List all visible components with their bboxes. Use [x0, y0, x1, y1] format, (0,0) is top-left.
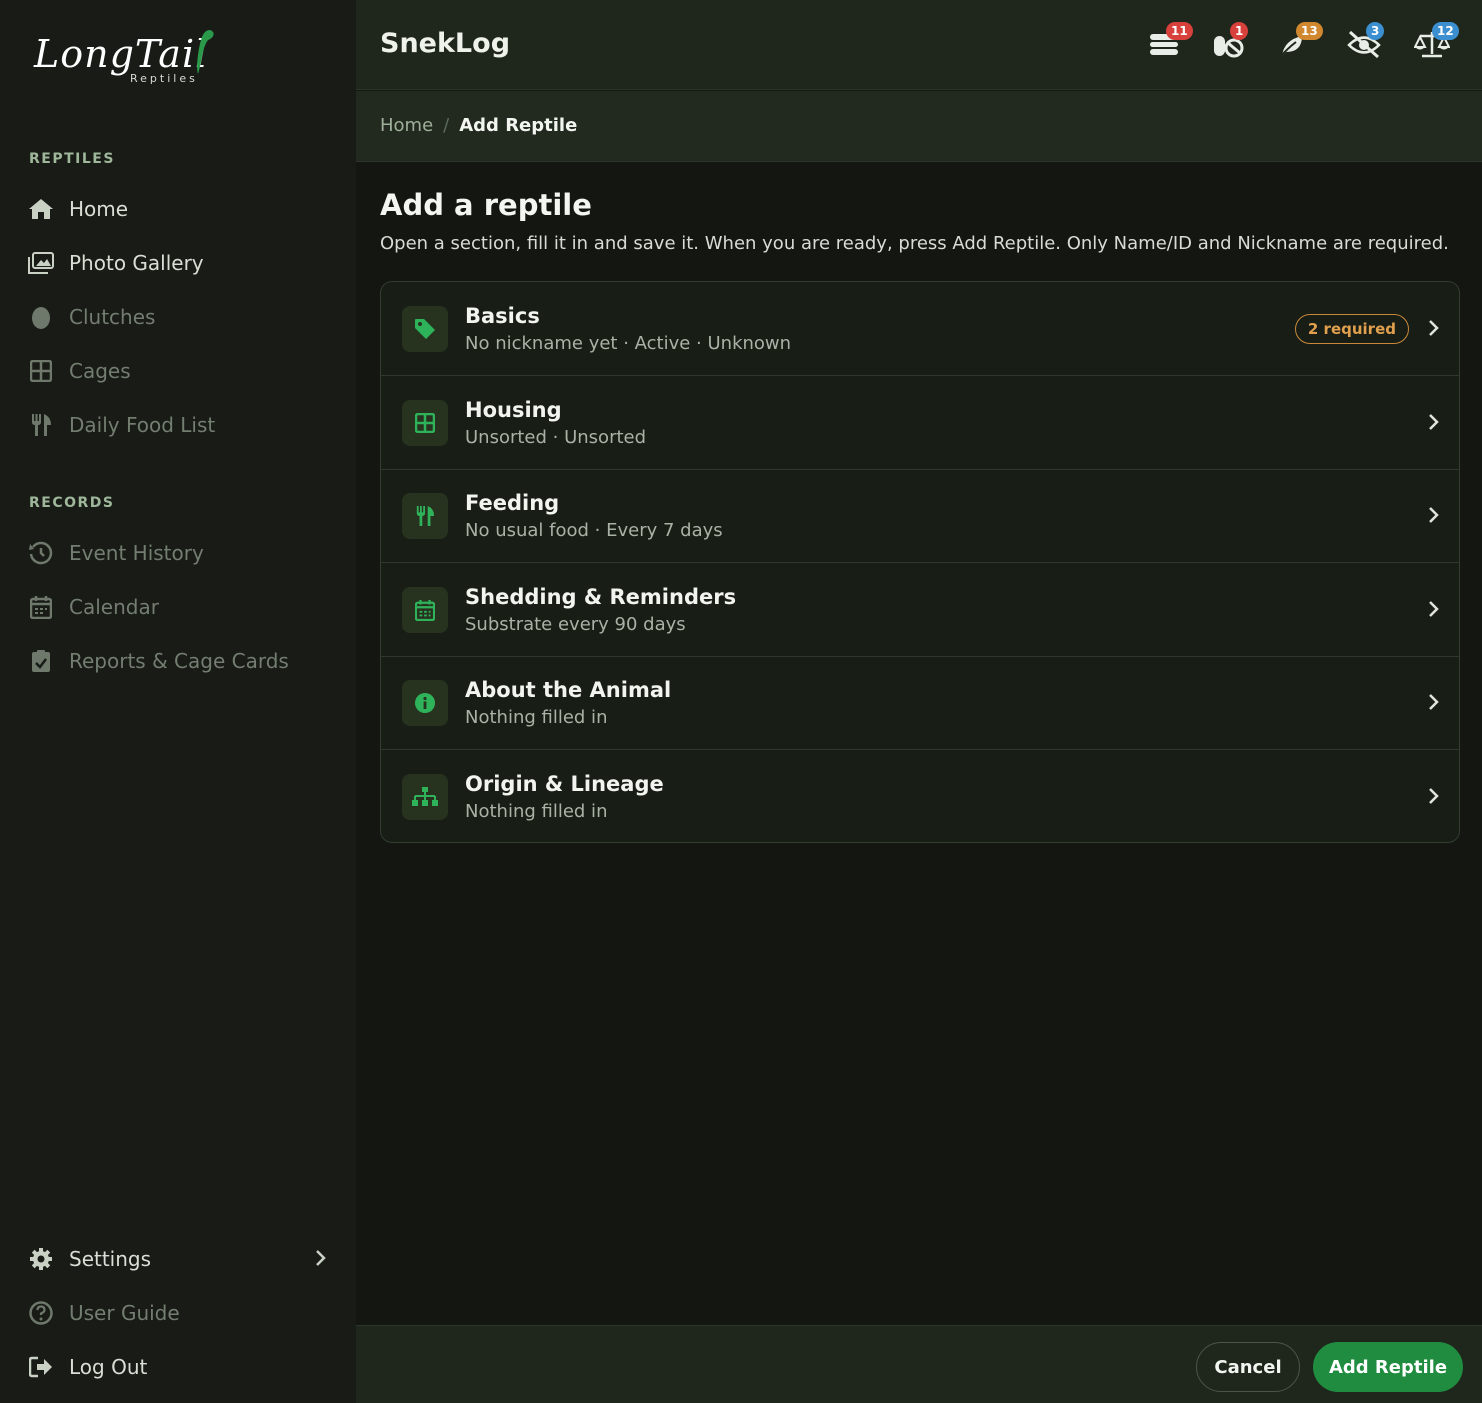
grid-icon: [28, 358, 54, 384]
sidebar-item-label: Clutches: [69, 305, 156, 329]
breadcrumb-separator: /: [443, 115, 450, 136]
visibility-alerts-button[interactable]: 3: [1340, 22, 1386, 66]
egg-icon: [28, 304, 54, 330]
breadcrumb-current: Add Reptile: [459, 115, 578, 136]
sidebar-item-home[interactable]: Home: [28, 189, 328, 229]
utensils-icon: [28, 412, 54, 438]
sections-card: Basics No nickname yet · Active · Unknow…: [380, 281, 1460, 843]
section-title: Feeding: [465, 491, 560, 515]
sidebar: LongTail Reptiles REPTILES Home Photo Ga…: [0, 0, 356, 1403]
question-circle-icon: [28, 1300, 54, 1326]
chevron-right-icon: [1429, 507, 1439, 523]
badge-count: 13: [1296, 22, 1323, 40]
sidebar-item-label: Daily Food List: [69, 413, 216, 437]
sidebar-item-cages[interactable]: Cages: [28, 351, 328, 391]
page-title: Add a reptile: [380, 188, 592, 222]
section-title: Basics: [465, 304, 540, 328]
top-bar: SnekLog 11 1 13 3 12: [356, 0, 1482, 90]
section-summary: Substrate every 90 days: [465, 614, 686, 635]
badge-count: 1: [1230, 22, 1249, 40]
section-title: Shedding & Reminders: [465, 585, 737, 609]
section-summary: Unsorted · Unsorted: [465, 427, 647, 448]
section-summary: No nickname yet · Active · Unknown: [465, 333, 792, 354]
section-row-housing[interactable]: Housing Unsorted · Unsorted: [381, 376, 1459, 470]
app-title: SnekLog: [380, 28, 511, 59]
section-title: Housing: [465, 398, 562, 422]
chevron-right-icon: [1429, 788, 1439, 804]
utensils-icon: [402, 493, 448, 539]
sidebar-item-label: Photo Gallery: [69, 251, 204, 275]
breadcrumb: Home / Add Reptile: [380, 115, 577, 136]
lizard-logo-icon: [197, 30, 214, 74]
sidebar-item-label: Event History: [69, 541, 204, 565]
required-badge: 2 required: [1294, 314, 1409, 344]
sidebar-item-label: Home: [69, 197, 129, 221]
chevron-right-icon: [1429, 414, 1439, 430]
nav-section-reptiles: REPTILES: [29, 151, 115, 167]
sidebar-item-calendar[interactable]: Calendar: [28, 587, 328, 627]
gear-icon: [28, 1246, 54, 1272]
logo-text: LongTail: [34, 32, 209, 76]
tag-icon: [402, 306, 448, 352]
page-description: Open a section, fill it in and save it. …: [380, 233, 1449, 254]
breadcrumb-home-link[interactable]: Home: [380, 115, 433, 136]
sidebar-item-settings[interactable]: Settings: [28, 1239, 328, 1279]
section-row-feeding[interactable]: Feeding No usual food · Every 7 days: [381, 469, 1459, 563]
calendar-icon: [402, 587, 448, 633]
action-footer: Cancel Add Reptile: [356, 1325, 1482, 1403]
add-reptile-button[interactable]: Add Reptile: [1313, 1342, 1463, 1392]
sidebar-item-daily-food-list[interactable]: Daily Food List: [28, 405, 328, 445]
grid-icon: [402, 400, 448, 446]
chevron-right-icon: [316, 1250, 326, 1266]
section-summary: No usual food · Every 7 days: [465, 520, 723, 541]
clipboard-check-icon: [28, 648, 54, 674]
badge-count: 12: [1432, 22, 1459, 40]
sidebar-item-label: Calendar: [69, 595, 159, 619]
chevron-right-icon: [1429, 694, 1439, 710]
badge-count: 11: [1166, 22, 1193, 40]
section-row-origin[interactable]: Origin & Lineage Nothing filled in: [381, 750, 1459, 842]
logout-icon: [28, 1354, 54, 1380]
section-summary: Nothing filled in: [465, 801, 608, 822]
sidebar-item-reports[interactable]: Reports & Cage Cards: [28, 641, 328, 681]
sidebar-item-user-guide[interactable]: User Guide: [28, 1293, 328, 1333]
sitemap-icon: [402, 774, 448, 820]
section-title: Origin & Lineage: [465, 772, 664, 796]
nav-section-records: RECORDS: [29, 495, 115, 511]
sidebar-item-label: Settings: [69, 1247, 152, 1271]
weight-alerts-button[interactable]: 12: [1408, 22, 1459, 66]
chevron-right-icon: [1429, 601, 1439, 617]
sidebar-item-label: Log Out: [69, 1355, 148, 1379]
sidebar-item-event-history[interactable]: Event History: [28, 533, 328, 573]
sidebar-item-label: User Guide: [69, 1301, 180, 1325]
logo[interactable]: LongTail Reptiles: [34, 26, 224, 90]
info-icon: [402, 680, 448, 726]
medication-alerts-button[interactable]: 1: [1206, 22, 1252, 66]
cancel-button[interactable]: Cancel: [1196, 1342, 1300, 1392]
section-title: About the Animal: [465, 678, 672, 702]
sidebar-item-clutches[interactable]: Clutches: [28, 297, 328, 337]
shedding-alerts-button[interactable]: 13: [1272, 22, 1323, 66]
home-icon: [28, 196, 54, 222]
section-row-about[interactable]: About the Animal Nothing filled in: [381, 656, 1459, 750]
section-summary: Nothing filled in: [465, 707, 608, 728]
sidebar-item-photo-gallery[interactable]: Photo Gallery: [28, 243, 328, 283]
history-icon: [28, 540, 54, 566]
logo-subtext: Reptiles: [130, 72, 198, 85]
sidebar-item-log-out[interactable]: Log Out: [28, 1347, 328, 1387]
section-row-shedding[interactable]: Shedding & Reminders Substrate every 90 …: [381, 563, 1459, 657]
sidebar-item-label: Reports & Cage Cards: [69, 649, 289, 673]
feeding-alerts-button[interactable]: 11: [1142, 22, 1193, 66]
calendar-icon: [28, 594, 54, 620]
photo-gallery-icon: [28, 250, 54, 276]
sidebar-item-label: Cages: [69, 359, 131, 383]
section-row-basics[interactable]: Basics No nickname yet · Active · Unknow…: [381, 282, 1459, 376]
chevron-right-icon: [1429, 320, 1439, 336]
breadcrumb-bar: Home / Add Reptile: [356, 91, 1482, 162]
